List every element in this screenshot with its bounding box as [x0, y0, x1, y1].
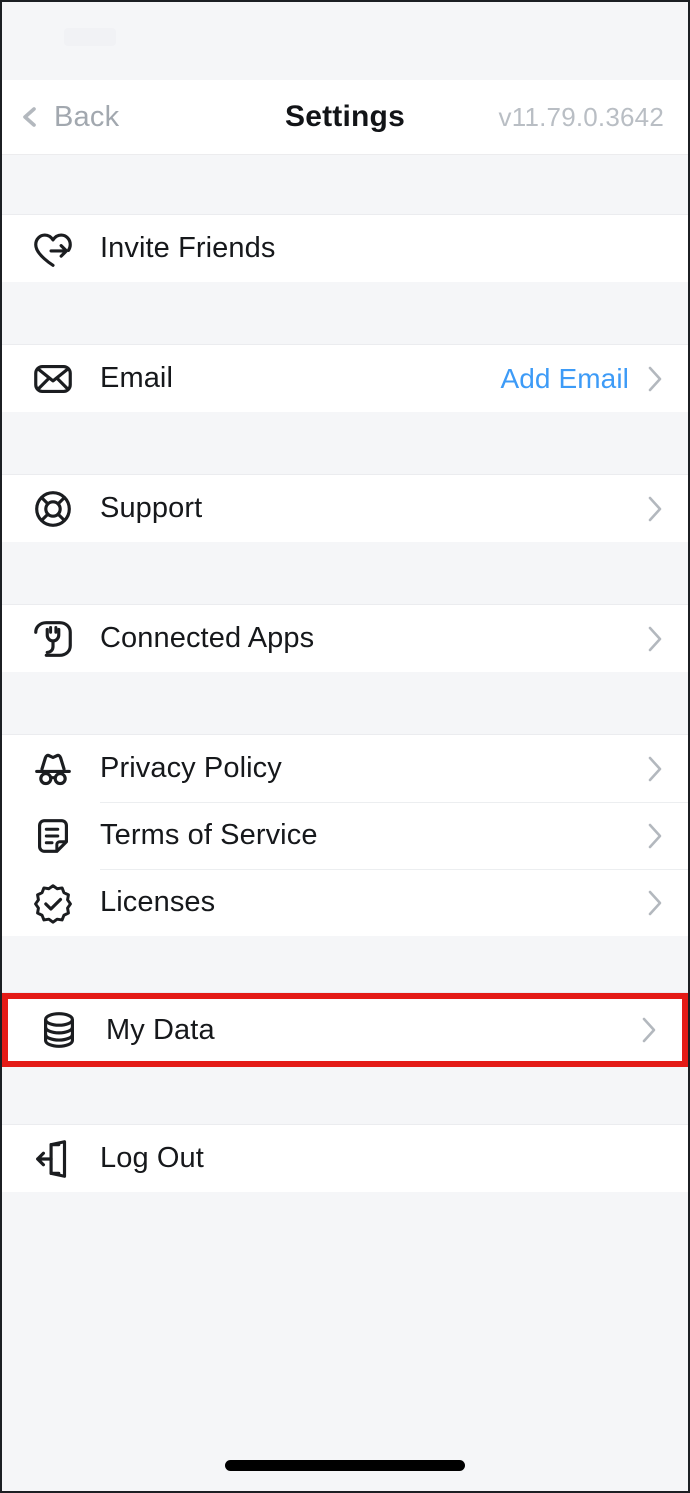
chevron-right-icon [647, 889, 664, 917]
row-label: Privacy Policy [100, 752, 282, 784]
row-support[interactable]: Support [2, 475, 688, 542]
row-label: My Data [106, 1013, 215, 1046]
row-label: Log Out [100, 1142, 204, 1174]
back-button[interactable]: Back [20, 101, 119, 134]
chevron-right-icon [647, 365, 664, 393]
my-data-highlight-box: My Data [2, 993, 688, 1067]
row-my-data[interactable]: My Data [8, 999, 682, 1061]
section-gap [2, 282, 688, 345]
row-invite-friends[interactable]: Invite Friends [2, 215, 688, 282]
nav-header: Back Settings v11.79.0.3642 [2, 80, 688, 155]
section-gap [2, 936, 688, 993]
chevron-left-icon [20, 107, 40, 127]
section-support: Support [2, 475, 688, 542]
row-label: Connected Apps [100, 622, 315, 654]
row-connected-apps[interactable]: Connected Apps [2, 605, 688, 672]
section-gap [2, 542, 688, 605]
row-trailing [647, 889, 664, 917]
home-indicator[interactable] [225, 1460, 465, 1471]
phone-screen: Back Settings v11.79.0.3642 Invite Frien… [0, 0, 690, 1493]
row-privacy-policy[interactable]: Privacy Policy [2, 735, 688, 802]
row-label: Email [100, 362, 174, 394]
section-gap [2, 1067, 688, 1125]
section-logout: Log Out [2, 1125, 688, 1192]
chevron-right-icon [641, 1016, 658, 1044]
row-terms-of-service[interactable]: Terms of Service [2, 802, 688, 869]
badge-check-icon [28, 878, 78, 928]
row-log-out[interactable]: Log Out [2, 1125, 688, 1192]
row-label: Licenses [100, 886, 216, 918]
row-trailing [641, 1016, 658, 1044]
row-trailing [647, 755, 664, 783]
section-email: Email Add Email [2, 345, 688, 412]
row-trailing: Add Email [500, 363, 664, 395]
section-connected-apps: Connected Apps [2, 605, 688, 672]
row-label: Support [100, 492, 203, 524]
chevron-right-icon [647, 495, 664, 523]
row-licenses[interactable]: Licenses [2, 869, 688, 936]
section-legal: Privacy Policy Terms of Service Licenses [2, 735, 688, 936]
logout-door-icon [28, 1134, 78, 1184]
back-button-label: Back [54, 100, 120, 133]
row-trailing [647, 822, 664, 850]
row-label: Terms of Service [100, 819, 318, 851]
status-bar [2, 2, 688, 80]
lifebuoy-icon [28, 484, 78, 534]
chevron-right-icon [647, 625, 664, 653]
row-email[interactable]: Email Add Email [2, 345, 688, 412]
plug-icon [28, 614, 78, 664]
row-trailing [647, 625, 664, 653]
chevron-right-icon [647, 822, 664, 850]
row-trailing [647, 495, 664, 523]
status-bar-placeholder [64, 28, 116, 46]
add-email-link[interactable]: Add Email [500, 363, 629, 395]
section-gap [2, 412, 688, 475]
document-icon [28, 811, 78, 861]
app-version-label: v11.79.0.3642 [498, 101, 664, 132]
incognito-icon [28, 744, 78, 794]
section-gap [2, 672, 688, 735]
heart-share-icon [28, 224, 78, 274]
row-label: Invite Friends [100, 232, 276, 264]
chevron-right-icon [647, 755, 664, 783]
section-gap [2, 155, 688, 215]
database-icon [34, 1005, 84, 1055]
section-invite: Invite Friends [2, 215, 688, 282]
envelope-icon [28, 354, 78, 404]
